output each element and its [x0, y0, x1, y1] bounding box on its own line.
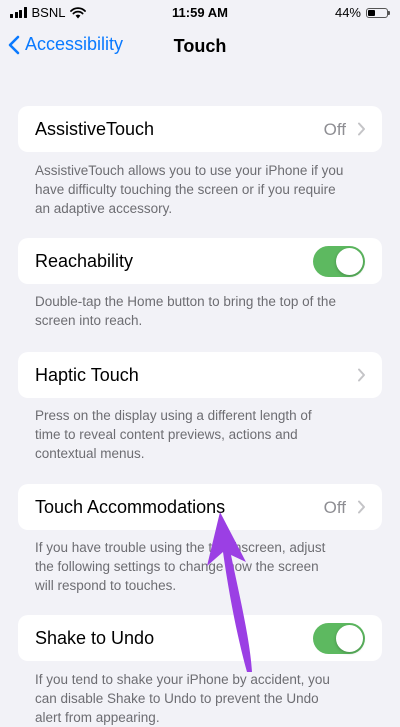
- footer-line: Press on the display using a different l…: [35, 408, 312, 423]
- chevron-right-icon: [358, 500, 365, 514]
- toggle-knob: [336, 248, 363, 275]
- settings-row-reachability[interactable]: Reachability: [18, 238, 382, 284]
- settings-row-shake-to-undo[interactable]: Shake to Undo: [18, 615, 382, 661]
- battery-level-fill: [368, 9, 375, 16]
- reachability-toggle[interactable]: [313, 246, 365, 277]
- settings-row-label: Touch Accommodations: [35, 497, 226, 517]
- footer-line: AssistiveTouch allows you to use your iP…: [35, 163, 344, 178]
- toggle-knob: [336, 625, 363, 652]
- settings-footer-shake-to-undo: If you tend to shake your iPhone by acci…: [35, 670, 370, 727]
- settings-footer-reachability: Double-tap the Home button to bring the …: [35, 292, 370, 330]
- navigation-bar: Accessibility Touch: [0, 26, 400, 66]
- chevron-right-icon: [358, 368, 365, 382]
- settings-row-label: Reachability: [35, 251, 134, 271]
- settings-row-label: AssistiveTouch: [35, 119, 155, 139]
- settings-row-label: Shake to Undo: [35, 628, 155, 648]
- settings-footer-haptic-touch: Press on the display using a different l…: [35, 406, 370, 463]
- settings-row-assistivetouch[interactable]: AssistiveTouch Off: [18, 106, 382, 152]
- footer-line: can disable Shake to Undo to prevent the…: [35, 691, 319, 706]
- settings-footer-touch-accommodations: If you have trouble using the touchscree…: [35, 538, 370, 595]
- battery-percent: 44%: [334, 5, 361, 20]
- footer-line: have difficulty touching the screen or i…: [35, 182, 336, 197]
- footer-line: If you have trouble using the touchscree…: [35, 540, 326, 555]
- footer-line: contextual menus.: [35, 446, 145, 461]
- settings-footer-assistivetouch: AssistiveTouch allows you to use your iP…: [35, 161, 370, 218]
- settings-row-value: Off: [323, 498, 346, 517]
- footer-line: time to reveal content previews, actions…: [35, 427, 298, 442]
- footer-line: the following settings to change how the…: [35, 559, 319, 574]
- footer-line: If you tend to shake your iPhone by acci…: [35, 672, 330, 687]
- footer-line: Double-tap the Home button to bring the …: [35, 294, 336, 309]
- settings-row-value: Off: [323, 120, 346, 139]
- settings-row-label: Haptic Touch: [35, 365, 139, 385]
- settings-row-haptic-touch[interactable]: Haptic Touch: [18, 352, 382, 398]
- battery-icon: [366, 7, 390, 18]
- page-title: Touch: [173, 36, 227, 56]
- settings-row-touch-accommodations[interactable]: Touch Accommodations Off: [18, 484, 382, 530]
- shake-to-undo-toggle[interactable]: [313, 623, 365, 654]
- footer-line: screen into reach.: [35, 313, 143, 328]
- status-right: 44%: [335, 5, 390, 20]
- footer-line: an adaptive accessory.: [35, 201, 173, 216]
- status-bar: BSNL 11:59 AM 44%: [0, 0, 400, 26]
- footer-line: will respond to touches.: [35, 578, 177, 593]
- chevron-right-icon: [358, 122, 365, 136]
